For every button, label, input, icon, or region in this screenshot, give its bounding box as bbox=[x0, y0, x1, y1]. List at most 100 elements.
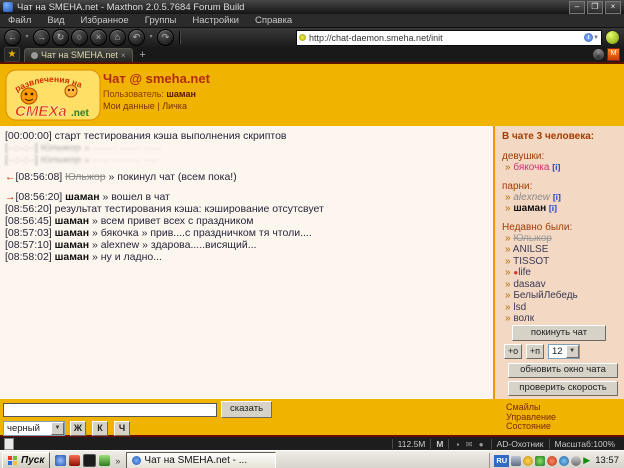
user-link[interactable]: бякочка bbox=[513, 162, 549, 173]
toolbar-button-icon[interactable]: ↻ bbox=[52, 29, 69, 46]
user-link[interactable]: alexnew bbox=[513, 192, 550, 203]
chevron-down-icon[interactable]: ▼ bbox=[566, 345, 579, 358]
menu-item[interactable]: Группы bbox=[137, 15, 185, 26]
user-info-link[interactable]: [i] bbox=[553, 192, 561, 202]
boss-key-icon[interactable]: M bbox=[607, 48, 620, 61]
format-button[interactable]: Ч bbox=[114, 421, 130, 436]
user-link[interactable]: ANILSE bbox=[513, 244, 549, 255]
menu-item[interactable]: Избранное bbox=[73, 15, 137, 26]
user-link[interactable]: шаман bbox=[513, 203, 546, 214]
new-tab-button[interactable]: + bbox=[137, 49, 149, 61]
minimize-button[interactable]: – bbox=[569, 1, 585, 14]
message-author[interactable]: Юльжор bbox=[65, 171, 105, 183]
user-link[interactable]: TISSOT bbox=[513, 256, 549, 267]
window-icon[interactable]: ▪ bbox=[454, 440, 461, 449]
globe-icon[interactable]: ● bbox=[477, 440, 486, 449]
format-button[interactable]: Ж bbox=[70, 421, 86, 436]
toolbar-button-icon[interactable]: × bbox=[90, 29, 107, 46]
address-info-icon[interactable]: i bbox=[584, 33, 593, 42]
footer-link[interactable]: Состояние bbox=[506, 422, 624, 432]
toolbar-button-icon[interactable]: ↶ bbox=[128, 29, 145, 46]
restore-button[interactable]: ❐ bbox=[587, 1, 603, 14]
toolbar-button-icon[interactable]: ⌂ bbox=[109, 29, 126, 46]
bullet-icon: » bbox=[505, 279, 511, 290]
boys-label: парни: bbox=[502, 181, 622, 192]
message-author[interactable]: шаман bbox=[55, 251, 89, 263]
refresh-chat-button[interactable]: обновить окно чата bbox=[508, 363, 618, 378]
user-link[interactable]: волк bbox=[513, 313, 534, 324]
direction-arrow-icon: → bbox=[5, 191, 16, 203]
user-link[interactable]: life bbox=[518, 267, 531, 278]
tab-chat[interactable]: Чат на SMEHA.net × bbox=[24, 48, 133, 62]
toolbar-button-icon[interactable]: ○ bbox=[71, 29, 88, 46]
recent-user-item: » ●life bbox=[502, 267, 622, 279]
user-link[interactable]: dasaav bbox=[513, 279, 545, 290]
menu-item[interactable]: Справка bbox=[247, 15, 300, 26]
tray-icon-2[interactable] bbox=[523, 456, 533, 466]
check-speed-button[interactable]: проверить скорость bbox=[508, 381, 618, 396]
bullet-icon: » bbox=[505, 267, 511, 278]
go-button[interactable] bbox=[605, 30, 620, 45]
language-indicator[interactable]: RU bbox=[494, 455, 509, 467]
skin-icon[interactable] bbox=[593, 49, 604, 60]
tray-icon-5[interactable] bbox=[559, 456, 569, 466]
mail-icon[interactable]: ✉ bbox=[464, 440, 475, 449]
quicklaunch-overflow-icon[interactable]: » bbox=[115, 456, 120, 466]
user-info-link[interactable]: [i] bbox=[552, 162, 560, 172]
user-link[interactable]: Юльжор bbox=[513, 233, 552, 244]
add-p-button[interactable]: +п bbox=[526, 344, 544, 359]
chevron-down-icon[interactable]: ▼ bbox=[51, 422, 64, 435]
toolbar-button-icon[interactable]: ▾ bbox=[147, 30, 155, 45]
recent-user-item: » волк bbox=[502, 313, 622, 325]
chat-message: →[08:56:20] шаман » вошел в чат bbox=[5, 191, 488, 203]
message-author[interactable]: Юльжор bbox=[41, 154, 81, 166]
menu-item[interactable]: Настройки bbox=[184, 15, 247, 26]
message-author[interactable]: Юльжор bbox=[41, 142, 81, 154]
user-link[interactable]: lsd bbox=[513, 302, 526, 313]
tab-close-icon[interactable]: × bbox=[121, 51, 126, 60]
message-text: » ну и ладно... bbox=[92, 251, 162, 263]
toolbar-button-icon[interactable]: ↷ bbox=[157, 29, 174, 46]
menu-item[interactable]: Файл bbox=[0, 15, 39, 26]
toolbar-button-icon[interactable]: → bbox=[33, 29, 50, 46]
message-author[interactable]: шаман bbox=[65, 191, 99, 203]
quicklaunch-icon-3[interactable] bbox=[83, 454, 96, 467]
user-link[interactable]: БелыйЛебедь bbox=[513, 290, 577, 301]
font-size-select[interactable]: 12 ▼ bbox=[548, 344, 580, 359]
ad-hunter-label[interactable]: AD-Охотник bbox=[491, 439, 549, 449]
quicklaunch-icon-4[interactable] bbox=[99, 455, 110, 466]
text-color-select[interactable]: черный ▼ bbox=[3, 421, 65, 436]
zoom-level[interactable]: Масштаб:100% bbox=[549, 439, 620, 449]
address-url[interactable]: http://chat-daemon.smeha.net/init bbox=[309, 33, 584, 43]
message-author[interactable]: шаман bbox=[55, 227, 89, 239]
format-button[interactable]: К bbox=[92, 421, 108, 436]
private-messages-link[interactable]: Личка bbox=[162, 101, 187, 111]
add-o-button[interactable]: +о bbox=[504, 344, 522, 359]
taskbar: Пуск » Чат на SMEHA.net - ... RU ▶ 13:57 bbox=[0, 450, 624, 468]
leave-chat-button[interactable]: покинуть чат bbox=[512, 325, 606, 341]
user-info-link[interactable]: [i] bbox=[549, 203, 557, 213]
menu-item[interactable]: Вид bbox=[39, 15, 72, 26]
site-favicon-icon bbox=[299, 34, 306, 41]
my-data-link[interactable]: Мои данные bbox=[103, 101, 155, 111]
play-status-icon[interactable]: ▶ bbox=[583, 455, 590, 466]
address-input[interactable]: http://chat-daemon.smeha.net/init i ▼ bbox=[296, 30, 602, 46]
close-button[interactable]: × bbox=[605, 1, 621, 14]
message-author[interactable]: шаман bbox=[55, 239, 89, 251]
taskbar-task-button[interactable]: Чат на SMEHA.net - ... bbox=[126, 452, 276, 468]
quicklaunch-icon-1[interactable] bbox=[55, 455, 66, 466]
tray-icon-3[interactable] bbox=[535, 456, 545, 466]
chat-message-input[interactable] bbox=[3, 403, 217, 417]
message-author[interactable]: шаман bbox=[55, 215, 89, 227]
tray-icon-4[interactable] bbox=[547, 456, 557, 466]
address-dropdown-icon[interactable]: ▼ bbox=[593, 35, 599, 41]
favorites-star-icon[interactable]: ★ bbox=[4, 47, 20, 62]
tray-icon-1[interactable] bbox=[511, 456, 521, 466]
tray-icon-6[interactable] bbox=[571, 456, 581, 466]
boss-key-label[interactable]: M bbox=[430, 439, 448, 449]
say-button[interactable]: сказать bbox=[221, 401, 272, 418]
toolbar-button-icon[interactable]: ▾ bbox=[23, 30, 31, 45]
toolbar-button-icon[interactable]: ← bbox=[4, 29, 21, 46]
start-button[interactable]: Пуск bbox=[2, 452, 50, 468]
quicklaunch-icon-2[interactable] bbox=[69, 455, 80, 466]
